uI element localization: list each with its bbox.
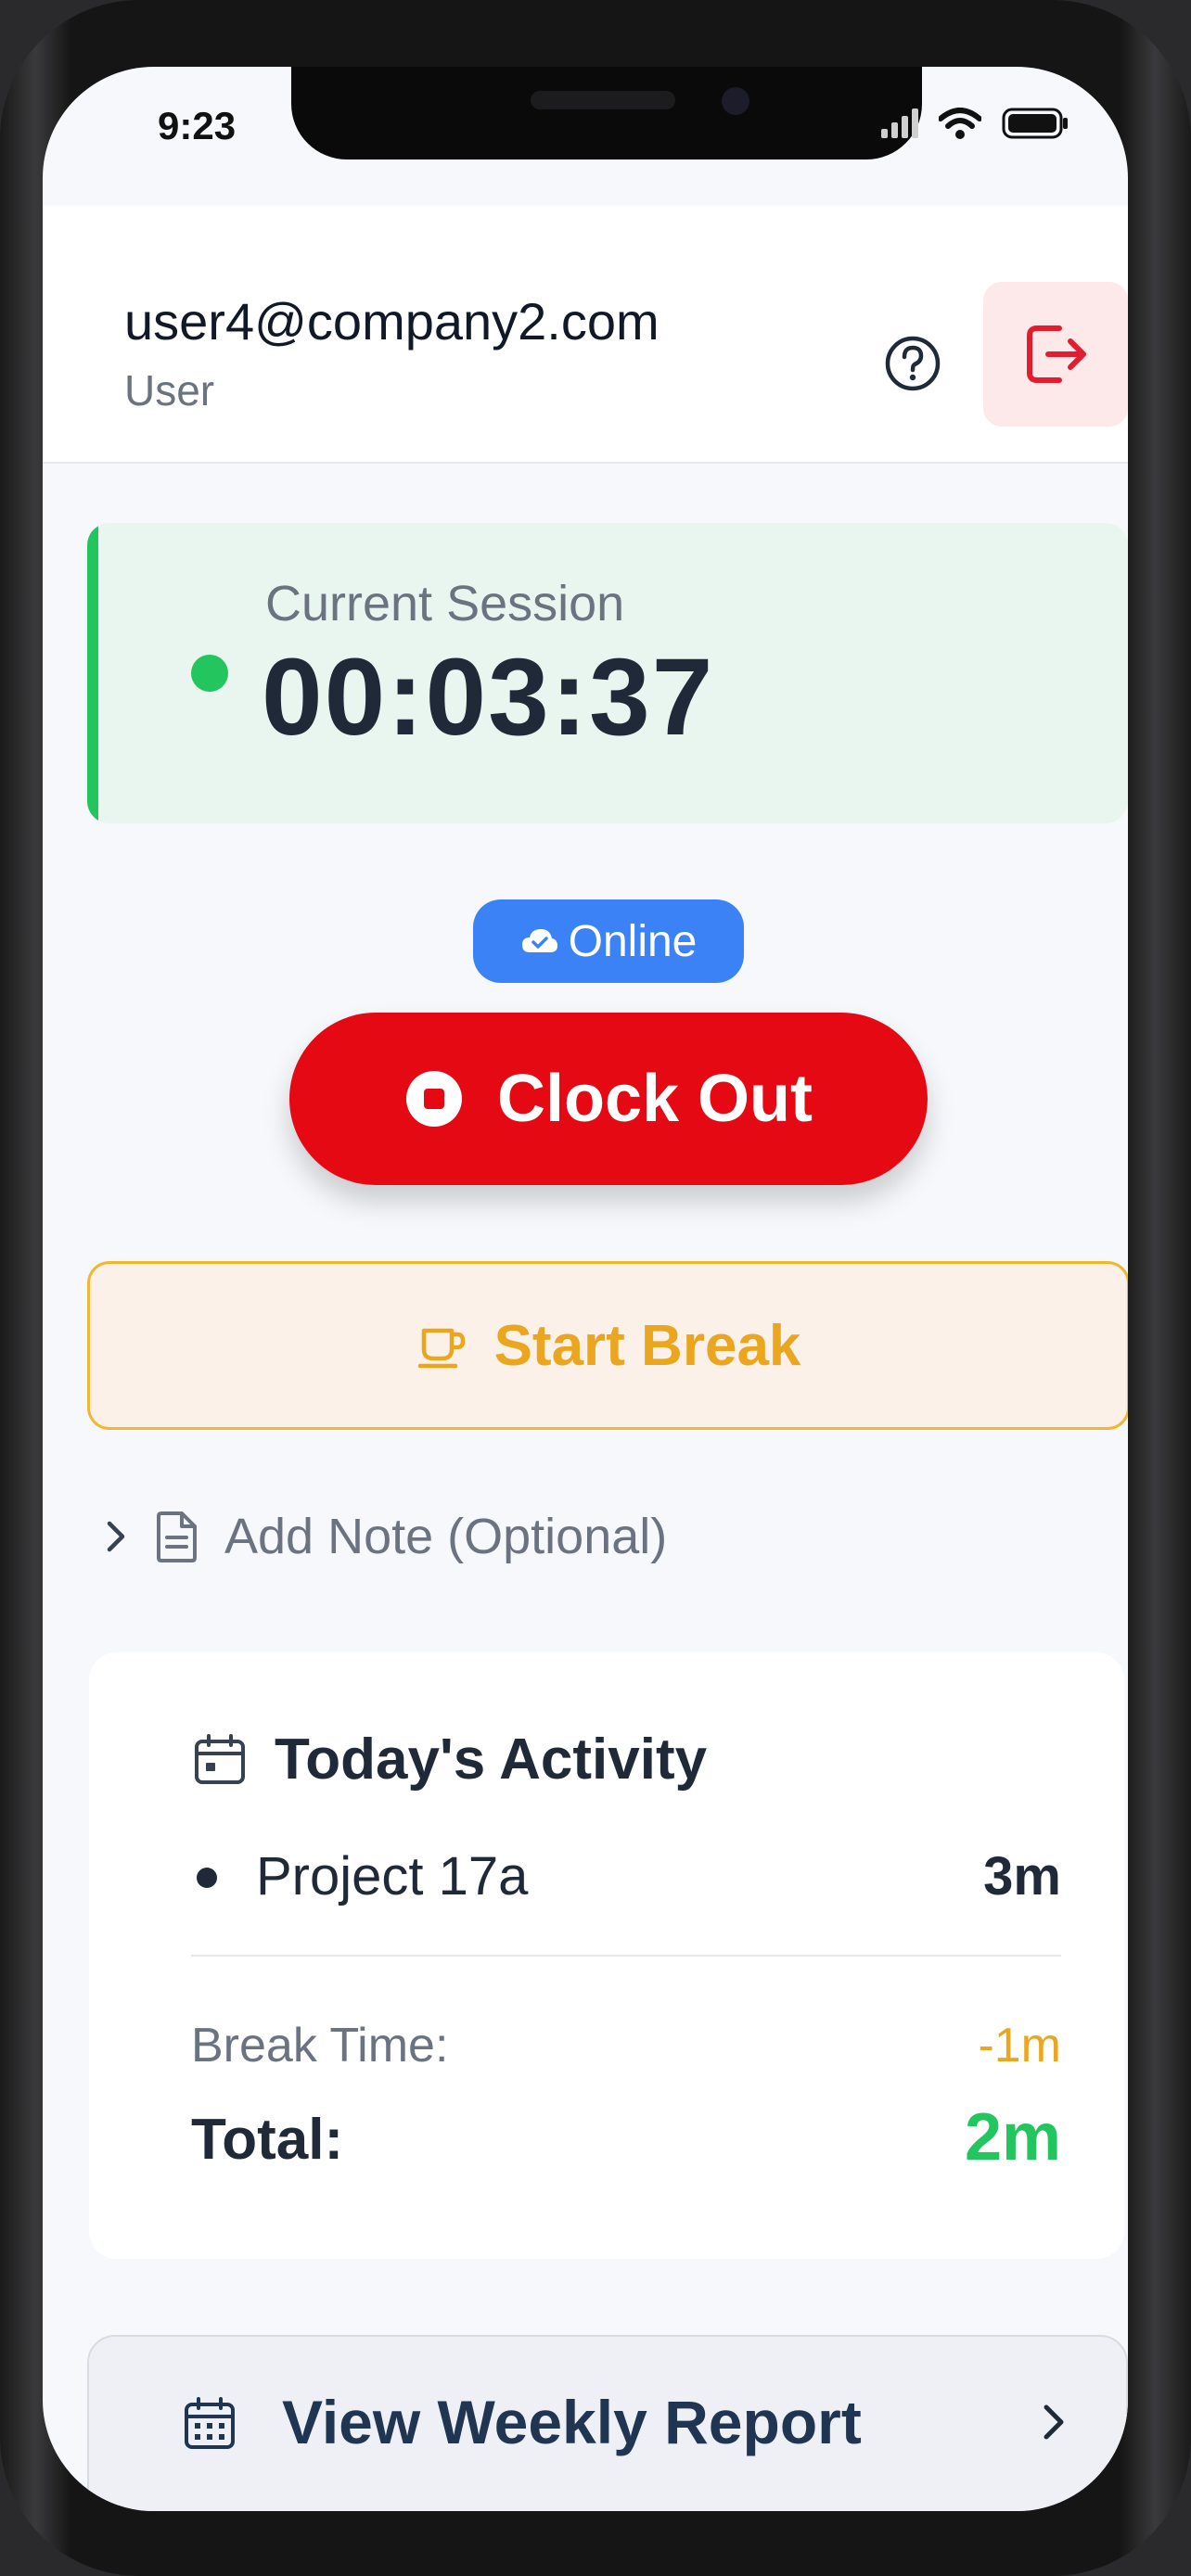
bullet-icon: [197, 1868, 217, 1888]
add-note-label: Add Note (Optional): [224, 1509, 668, 1564]
online-status-badge: Online: [473, 899, 744, 983]
battery-icon: [1002, 108, 1068, 139]
document-icon: [157, 1511, 197, 1562]
online-status-label: Online: [568, 916, 698, 966]
view-weekly-report-button[interactable]: View Weekly Report: [87, 2335, 1128, 2511]
start-break-button[interactable]: Start Break: [87, 1261, 1128, 1430]
total-row: Total: 2m: [191, 2099, 1061, 2183]
clock-out-button[interactable]: Clock Out: [289, 1013, 928, 1185]
divider: [191, 1955, 1061, 1957]
logout-icon: [1027, 325, 1086, 383]
help-button[interactable]: [877, 328, 948, 399]
current-session-card: Current Session 00:03:37: [87, 523, 1128, 823]
start-break-label: Start Break: [493, 1313, 801, 1378]
calendar-icon: [195, 1733, 245, 1784]
session-label: Current Session: [265, 576, 625, 631]
session-accent-bar: [87, 523, 98, 823]
user-role: User: [124, 366, 215, 414]
weekly-report-label: View Weekly Report: [282, 2388, 862, 2456]
status-bar-icons: [881, 108, 1070, 139]
status-bar-time: 9:23: [158, 104, 237, 147]
help-circle-icon: [885, 336, 941, 391]
front-camera: [722, 87, 749, 115]
cloud-check-icon: [521, 929, 557, 952]
clock-out-label: Clock Out: [496, 1062, 813, 1136]
total-value: 2m: [964, 2100, 1061, 2174]
stop-icon: [405, 1071, 462, 1127]
chevron-right-icon: [1044, 2404, 1064, 2440]
add-note-toggle[interactable]: Add Note (Optional): [102, 1495, 667, 1578]
activity-title-text: Today's Activity: [275, 1728, 708, 1792]
wifi-icon: [939, 108, 981, 139]
chevron-right-icon: [107, 1521, 125, 1552]
status-dot-icon: [191, 655, 228, 692]
phone-frame: 9:23 user4@company2.com User Current Ses…: [0, 0, 1191, 2576]
app-screen: 9:23 user4@company2.com User Current Ses…: [43, 67, 1128, 2511]
app-header: user4@company2.com User: [43, 206, 1128, 464]
project-duration: 3m: [983, 1846, 1061, 1906]
break-time-row: Break Time: -1m: [191, 2018, 1061, 2083]
break-time-label: Break Time:: [191, 2019, 449, 2072]
total-label: Total:: [191, 2108, 344, 2172]
project-name: Project 17a: [256, 1846, 529, 1906]
activity-title: Today's Activity: [193, 1727, 707, 1792]
coffee-cup-icon: [417, 1328, 465, 1369]
user-email: user4@company2.com: [124, 292, 660, 351]
device-notch: [291, 67, 922, 159]
break-time-value: -1m: [978, 2019, 1061, 2072]
logout-button[interactable]: [983, 282, 1128, 427]
todays-activity-card: Today's Activity Project 17a 3m Break Ti…: [89, 1652, 1124, 2259]
calendar-grid-icon: [185, 2397, 235, 2449]
list-item: Project 17a 3m: [191, 1838, 1061, 1912]
speaker-grille: [531, 91, 675, 109]
signal-icon: [881, 108, 918, 138]
session-timer: 00:03:37: [262, 636, 715, 759]
